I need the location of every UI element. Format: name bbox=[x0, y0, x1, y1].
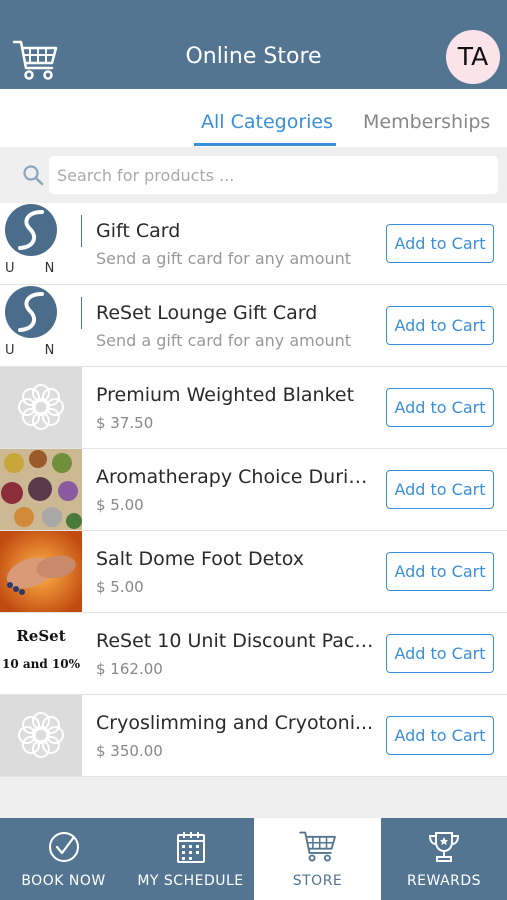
product-row-aromatherapy[interactable]: Aromatherapy Choice Durin... $ 5.00 Add … bbox=[0, 449, 507, 531]
shopping-cart-icon bbox=[298, 831, 336, 862]
tab-book-now[interactable]: BOOK NOW bbox=[0, 818, 127, 900]
search-input[interactable] bbox=[49, 156, 498, 194]
add-to-cart-button[interactable]: Add to Cart bbox=[386, 716, 494, 755]
app-header: Online Store TA bbox=[0, 0, 507, 89]
check-circle-icon bbox=[48, 832, 79, 862]
avatar[interactable]: TA bbox=[446, 30, 500, 84]
add-to-cart-button[interactable]: Add to Cart bbox=[386, 306, 494, 345]
product-photo-aromatherapy bbox=[0, 449, 82, 530]
product-row-reset-lounge-gift-card[interactable]: U N ReSet Lounge Gift Card Send a gift c… bbox=[0, 285, 507, 367]
product-name: ReSet 10 Unit Discount Pack... bbox=[96, 630, 378, 652]
trophy-icon bbox=[428, 832, 460, 862]
tab-rewards[interactable]: REWARDS bbox=[381, 818, 507, 900]
tab-label: BOOK NOW bbox=[21, 873, 106, 889]
product-subtitle: Send a gift card for any amount bbox=[96, 249, 352, 268]
page-title: Online Store bbox=[185, 44, 322, 69]
product-list: U N Gift Card Send a gift card for any a… bbox=[0, 203, 507, 777]
calendar-icon bbox=[176, 832, 205, 863]
salt-dome-photo-icon bbox=[0, 531, 82, 612]
add-to-cart-button[interactable]: Add to Cart bbox=[386, 470, 494, 509]
product-thumbnail bbox=[0, 695, 82, 776]
divider bbox=[81, 297, 82, 329]
product-row-salt-dome[interactable]: Salt Dome Foot Detox $ 5.00 Add to Cart bbox=[0, 531, 507, 613]
active-tab-indicator bbox=[194, 143, 336, 146]
tab-label: MY SCHEDULE bbox=[137, 873, 244, 889]
product-name: Cryoslimming and Cryotoni... bbox=[96, 712, 374, 734]
product-thumbnail: U N bbox=[0, 285, 82, 366]
product-price: $ 162.00 bbox=[96, 660, 163, 678]
search-icon bbox=[23, 165, 44, 186]
add-to-cart-button[interactable]: Add to Cart bbox=[386, 552, 494, 591]
thumb-letters: U N bbox=[5, 261, 61, 276]
product-name: Salt Dome Foot Detox bbox=[96, 548, 305, 570]
tab-memberships[interactable]: Memberships bbox=[363, 111, 490, 133]
product-price: $ 350.00 bbox=[96, 742, 163, 760]
product-subtitle: Send a gift card for any amount bbox=[96, 331, 352, 350]
product-name: Premium Weighted Blanket bbox=[96, 384, 355, 406]
tab-label: REWARDS bbox=[406, 873, 482, 889]
tab-store[interactable]: STORE bbox=[254, 818, 381, 900]
product-price: $ 37.50 bbox=[96, 414, 154, 432]
tab-my-schedule[interactable]: MY SCHEDULE bbox=[127, 818, 254, 900]
product-name: ReSet Lounge Gift Card bbox=[96, 302, 318, 324]
placeholder-flower-icon bbox=[18, 712, 64, 758]
product-row-gift-card[interactable]: U N Gift Card Send a gift card for any a… bbox=[0, 203, 507, 285]
add-to-cart-button[interactable]: Add to Cart bbox=[386, 224, 494, 263]
product-thumbnail: ReSet 10 and 10% bbox=[0, 613, 82, 694]
product-name: Aromatherapy Choice Durin... bbox=[96, 466, 378, 488]
product-thumbnail bbox=[0, 367, 82, 448]
product-row-weighted-blanket[interactable]: Premium Weighted Blanket $ 37.50 Add to … bbox=[0, 367, 507, 449]
product-row-cryoslimming[interactable]: Cryoslimming and Cryotoni... $ 350.00 Ad… bbox=[0, 695, 507, 777]
add-to-cart-button[interactable]: Add to Cart bbox=[386, 388, 494, 427]
product-price: $ 5.00 bbox=[96, 496, 144, 514]
product-photo-salt-dome bbox=[0, 531, 82, 612]
thumb-letters: U N bbox=[5, 343, 61, 358]
thumb-text-line2: 10 and 10% bbox=[1, 657, 81, 671]
tab-all-categories[interactable]: All Categories bbox=[201, 111, 333, 133]
product-price: $ 5.00 bbox=[96, 578, 144, 596]
search-bar bbox=[0, 147, 507, 203]
aromatherapy-photo-icon bbox=[0, 449, 82, 530]
product-thumbnail: U N bbox=[0, 203, 82, 284]
bottom-tab-bar: BOOK NOW MY SCHEDULE STORE REWARDS bbox=[0, 818, 507, 900]
product-name: Gift Card bbox=[96, 220, 181, 242]
add-to-cart-button[interactable]: Add to Cart bbox=[386, 634, 494, 673]
tab-label: STORE bbox=[292, 873, 343, 889]
category-tabs: All Categories Memberships bbox=[0, 89, 507, 147]
placeholder-flower-icon bbox=[18, 384, 64, 430]
thumb-text-line1: ReSet bbox=[16, 627, 66, 645]
divider bbox=[81, 215, 82, 247]
product-row-reset-10-unit[interactable]: ReSet 10 and 10% ReSet 10 Unit Discount … bbox=[0, 613, 507, 695]
